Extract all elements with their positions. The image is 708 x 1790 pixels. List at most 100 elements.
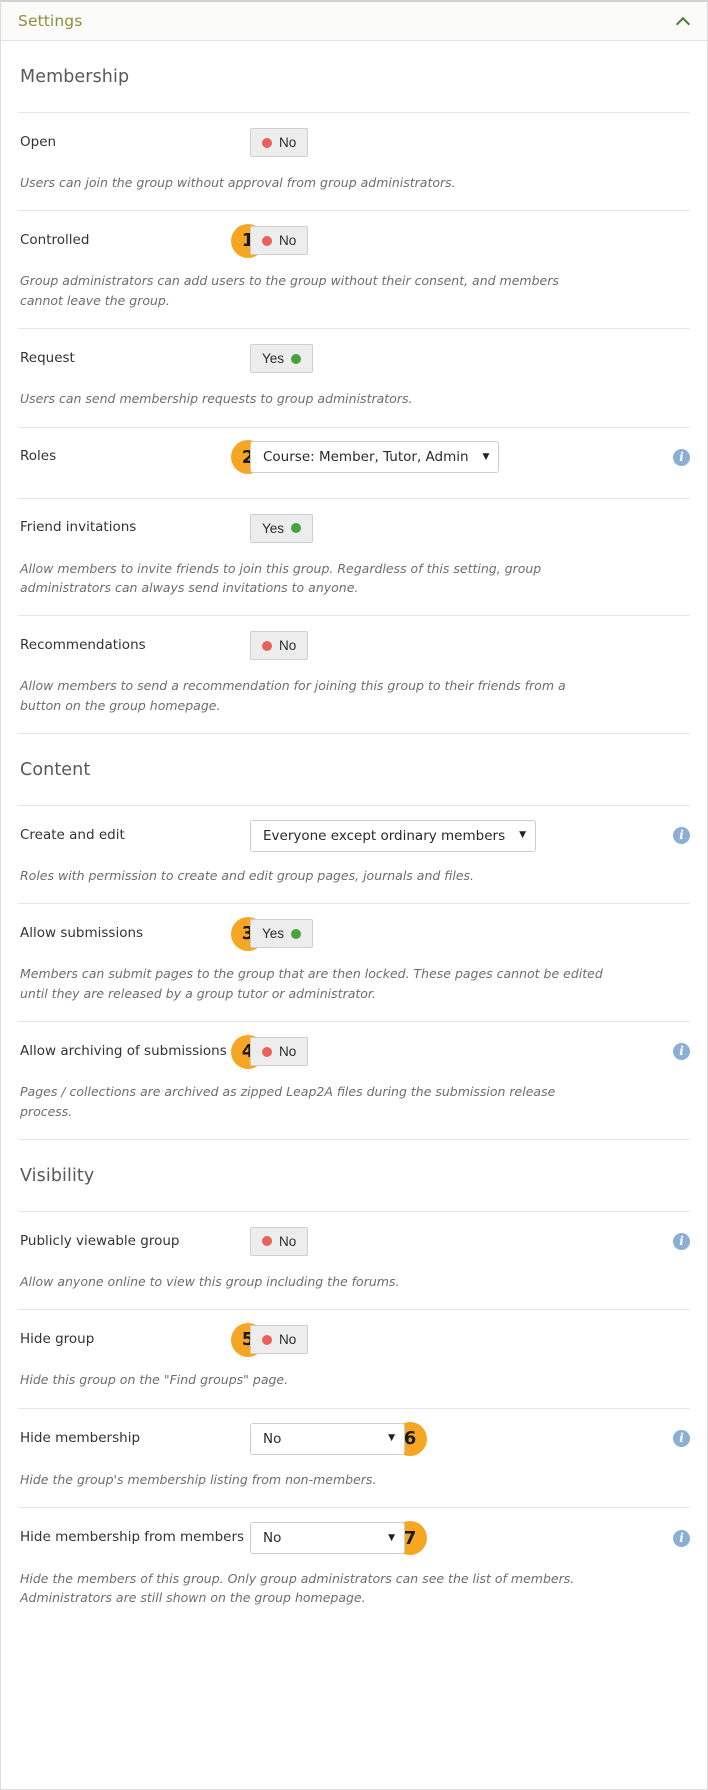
setting-row-recommendations: Recommendations No Allow members to send a… <box>18 616 690 733</box>
toggle-hide-group[interactable]: No <box>250 1325 309 1355</box>
status-dot-yes-icon <box>291 523 302 533</box>
row-label: Hide membership from members <box>20 1529 245 1546</box>
select-roles[interactable]: Course: Member, Tutor, Admin ▼ <box>250 441 500 473</box>
toggle-open[interactable]: No <box>250 128 309 157</box>
row-label: Create and edit <box>20 826 125 843</box>
chevron-down-icon: ▼ <box>388 1433 395 1444</box>
control-anchor: No ▼ 7 <box>250 1521 427 1555</box>
setting-row-request: Request Yes Users can send membership requ… <box>18 329 690 426</box>
row-label: Recommendations <box>20 636 146 653</box>
control-anchor: No 1 <box>231 223 309 258</box>
status-dot-yes-icon <box>291 928 302 939</box>
toggle-allow-archiving-of-submissions[interactable]: No <box>250 1037 309 1067</box>
select-hide-membership-from-members[interactable]: No ▼ <box>250 1522 405 1554</box>
row-help-text: Members can submit pages to the group th… <box>20 966 603 1001</box>
row: Publicly viewable group No i <box>18 1212 690 1270</box>
row: Allow archiving of submissions No 4 i <box>18 1022 690 1080</box>
info-icon[interactable]: i <box>673 827 690 844</box>
chevron-down-icon: ▼ <box>519 830 527 840</box>
toggle-label: No <box>279 233 297 249</box>
row-label: Request <box>20 349 75 366</box>
row-help-text: Hide the members of this group. Only gro… <box>20 1571 575 1606</box>
row-control: No ▼ 7 i <box>250 1521 690 1555</box>
row-help-text: Hide the group's membership listing from… <box>20 1471 377 1487</box>
row: Hide group No 5 <box>18 1310 690 1368</box>
control-anchor: No <box>250 1226 309 1256</box>
row: Open No <box>18 113 690 171</box>
settings-body: Membership Open No Users can join the group… <box>1 41 707 1626</box>
control-anchor: No 5 <box>231 1322 309 1357</box>
row-label: Hide group <box>20 1330 95 1347</box>
row: Allow submissions Yes 3 <box>18 904 690 962</box>
status-dot-no-icon <box>262 235 272 246</box>
select-value: No <box>263 1430 282 1447</box>
setting-row-allow-submissions: Allow submissions Yes 3 Members can submit … <box>18 904 690 1021</box>
control-anchor: Yes <box>250 344 314 374</box>
row-label: Friend invitations <box>20 519 137 536</box>
status-dot-no-icon <box>262 137 272 148</box>
row-control: Yes <box>250 513 690 543</box>
select-hide-membership[interactable]: No ▼ <box>250 1422 405 1455</box>
toggle-friend-invitations[interactable]: Yes <box>250 513 314 543</box>
page-title: Settings <box>18 12 83 30</box>
chevron-up-icon[interactable] <box>677 14 691 28</box>
row-control: Everyone except ordinary members ▼ i <box>250 819 690 852</box>
info-icon[interactable]: i <box>673 1430 690 1448</box>
toggle-label: Yes <box>262 520 285 536</box>
settings-panel-header[interactable]: Settings <box>1 2 707 41</box>
toggle-publicly-viewable-group[interactable]: No <box>250 1226 309 1256</box>
status-dot-no-icon <box>262 1236 272 1247</box>
row: Hide membership from members No ▼ 7 i <box>18 1508 690 1567</box>
toggle-allow-submissions[interactable]: Yes <box>250 919 314 949</box>
status-dot-no-icon <box>262 1046 272 1057</box>
row: Create and edit Everyone except ordinary … <box>18 806 690 864</box>
toggle-label: Yes <box>262 351 285 367</box>
row-label: Controlled <box>20 232 90 249</box>
row-help-text: Group administrators can add users to th… <box>20 273 559 308</box>
control-anchor: No ▼ 6 <box>250 1421 427 1456</box>
row-control: Yes 3 <box>231 916 690 951</box>
setting-row-friend-invitations: Friend invitations Yes Allow members to in… <box>18 499 690 616</box>
section-title-content: Content <box>20 760 91 780</box>
select-create-and-edit[interactable]: Everyone except ordinary members ▼ <box>250 819 537 852</box>
toggle-recommendations[interactable]: No <box>250 631 309 661</box>
control-anchor: No 4 <box>231 1034 309 1069</box>
row-help-text: Allow anyone online to view this group i… <box>20 1273 400 1289</box>
row-help-text: Allow members to invite friends to join … <box>20 560 542 595</box>
row-help-text: Users can join the group without approva… <box>20 175 456 190</box>
setting-row-hide-membership: Hide membership No ▼ 6 i Hide the group's mem… <box>18 1409 690 1507</box>
settings-panel: Settings Membership Open No Users can join … <box>0 0 708 1790</box>
row-control: No ▼ 6 i <box>250 1421 690 1456</box>
control-anchor: No <box>250 128 309 157</box>
row: Friend invitations Yes <box>18 499 690 557</box>
row-control: No <box>250 128 690 157</box>
row-control: No 5 <box>231 1322 690 1357</box>
setting-row-controlled: Controlled No 1 Group administrators can ad… <box>18 211 690 328</box>
toggle-request[interactable]: Yes <box>250 344 314 374</box>
row-label: Open <box>20 133 57 150</box>
select-value: Everyone except ordinary members <box>263 827 506 844</box>
section-title-membership: Membership <box>20 67 130 87</box>
info-icon[interactable]: i <box>673 1043 690 1061</box>
info-icon[interactable]: i <box>673 1529 690 1547</box>
info-icon[interactable]: i <box>673 1232 690 1250</box>
chevron-down-icon: ▼ <box>388 1532 395 1543</box>
row-control: No 1 <box>231 223 690 258</box>
status-dot-no-icon <box>262 640 272 651</box>
row: Controlled No 1 <box>18 211 690 269</box>
info-icon[interactable]: i <box>673 448 690 466</box>
section-title-visibility: Visibility <box>20 1165 95 1186</box>
select-value: No <box>263 1530 282 1546</box>
toggle-label: No <box>279 1233 297 1249</box>
row-help-text: Users can send membership requests to gr… <box>20 391 413 407</box>
row-help-text: Hide this group on the "Find groups" pag… <box>20 1372 289 1388</box>
row-help-text: Allow members to send a recommendation f… <box>20 678 566 713</box>
row-control: No i <box>250 1226 690 1256</box>
status-dot-no-icon <box>262 1334 272 1345</box>
toggle-controlled[interactable]: No <box>250 226 309 256</box>
row: Recommendations No <box>18 616 690 674</box>
row-label: Roles <box>20 448 57 465</box>
row-label: Hide membership <box>20 1429 141 1446</box>
row-label: Allow archiving of submissions <box>20 1042 227 1059</box>
setting-row-open: Open No Users can join the group without a… <box>18 113 690 210</box>
